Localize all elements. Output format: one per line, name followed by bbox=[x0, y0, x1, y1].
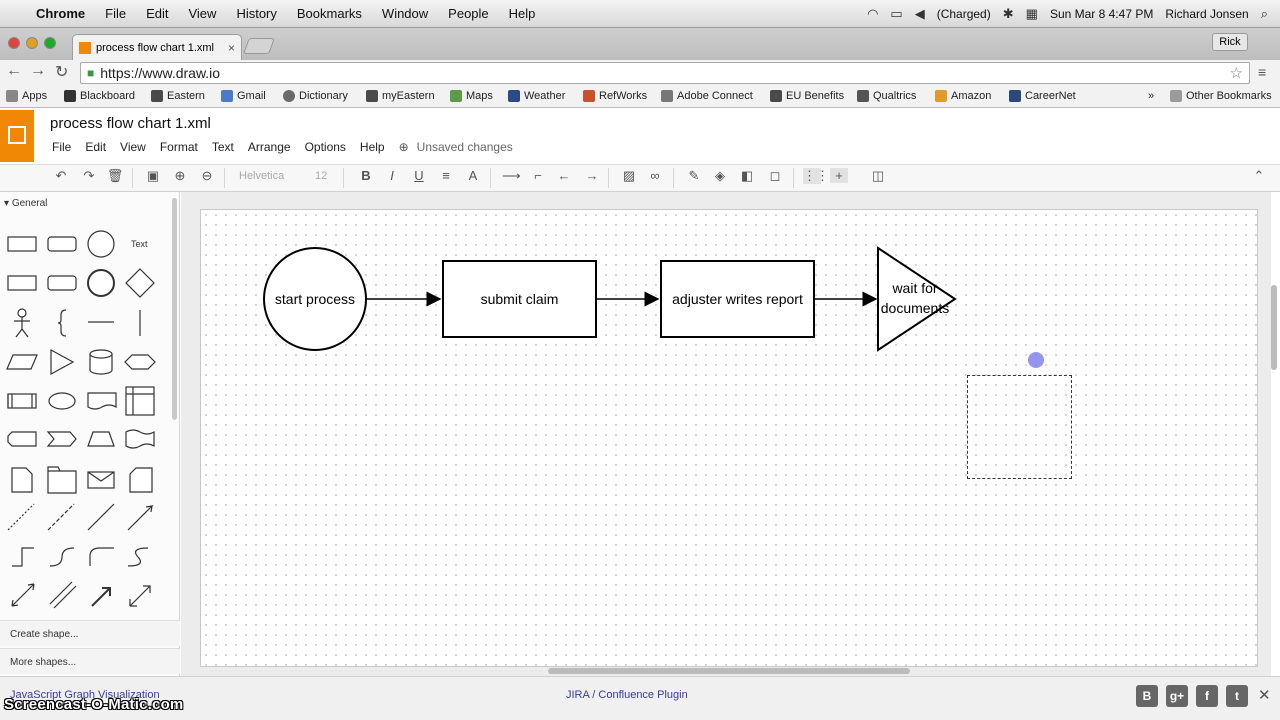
node-wait-for-documents: wait for documents bbox=[880, 280, 950, 316]
mouse-cursor-highlight bbox=[1028, 352, 1044, 368]
facebook-icon[interactable]: f bbox=[1196, 685, 1218, 707]
node-start-process[interactable]: start process bbox=[263, 247, 367, 351]
twitter-icon[interactable]: t bbox=[1226, 685, 1248, 707]
footer-link-jira-plugin[interactable]: JIRA / Confluence Plugin bbox=[566, 689, 688, 701]
node-adjuster-writes-report[interactable]: adjuster writes report bbox=[660, 260, 815, 338]
diagram-edges bbox=[366, 246, 957, 352]
node-submit-claim[interactable]: submit claim bbox=[442, 260, 597, 338]
google-plus-icon[interactable]: g+ bbox=[1166, 685, 1188, 707]
screencast-watermark: Screencast-O-Matic.com bbox=[4, 696, 184, 713]
footer-close-icon[interactable]: ✕ bbox=[1258, 686, 1271, 704]
blogger-icon[interactable]: B bbox=[1136, 685, 1158, 707]
rubberband-selection bbox=[967, 375, 1072, 479]
